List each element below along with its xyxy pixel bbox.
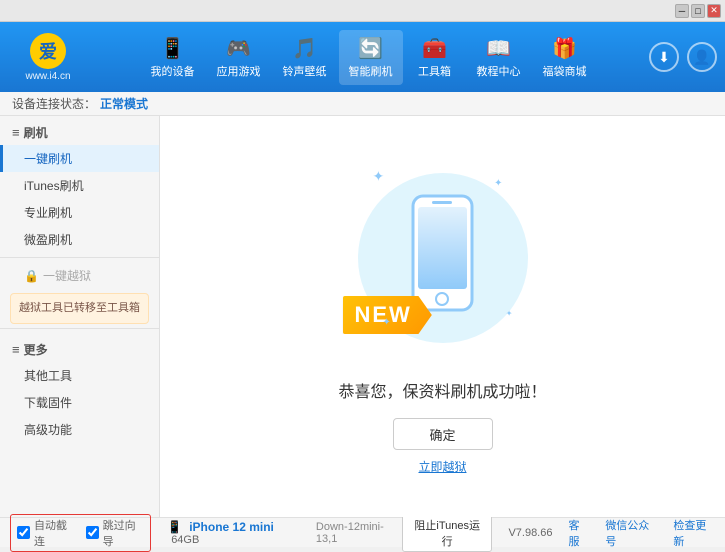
skip-wizard-checkbox[interactable] bbox=[86, 526, 99, 539]
sidebar-pro-flash[interactable]: 专业刷机 bbox=[0, 199, 159, 226]
device-info: 📱 iPhone 12 mini 64GB bbox=[167, 520, 304, 546]
sidebar-flash-section: ≡ 刷机 bbox=[0, 116, 159, 145]
nav-smart-shop[interactable]: 🔄 智能刷机 bbox=[339, 30, 403, 85]
phone-svg bbox=[410, 193, 475, 313]
tutorial-icon: 📖 bbox=[486, 36, 511, 61]
toolbox-label: 工具箱 bbox=[418, 63, 451, 79]
nav-fudai[interactable]: 🎁 福袋商城 bbox=[533, 30, 597, 85]
more-section-icon: ≡ bbox=[12, 342, 20, 357]
smart-shop-icon: 🔄 bbox=[358, 36, 383, 61]
customer-service-link[interactable]: 客服 bbox=[568, 517, 589, 549]
sidebar-jailbreak-section: 🔒 一键越狱 bbox=[0, 262, 159, 289]
download-btn[interactable]: ⬇ bbox=[649, 42, 679, 72]
sidebar: ≡ 刷机 一键刷机 iTunes刷机 专业刷机 微盈刷机 🔒 一键越狱 越狱工具… bbox=[0, 116, 160, 517]
star-2: ✦ bbox=[494, 178, 502, 189]
success-message: 恭喜您，保资料刷机成功啦！ bbox=[338, 378, 546, 402]
nav-bar: 📱 我的设备 🎮 应用游戏 🎵 铃声壁纸 🔄 智能刷机 🧰 工具箱 📖 教程中心… bbox=[98, 30, 639, 85]
connection-status-bar: 设备连接状态： 正常模式 bbox=[0, 92, 725, 116]
wechat-link[interactable]: 微信公众号 bbox=[605, 517, 657, 549]
sidebar-other-tools[interactable]: 其他工具 bbox=[0, 362, 159, 389]
device-model: Down-12mini-13,1 bbox=[316, 521, 402, 545]
logo[interactable]: 爱 www.i4.cn bbox=[8, 33, 88, 82]
my-device-icon: 📱 bbox=[160, 36, 185, 61]
new-badge: NEW bbox=[343, 296, 432, 334]
status-right: 阻止iTunes运行 V7.98.66 客服 微信公众号 检查更新 bbox=[402, 514, 715, 552]
sidebar-download-firmware[interactable]: 下载固件 bbox=[0, 389, 159, 416]
minimize-btn[interactable]: ─ bbox=[675, 4, 689, 18]
nav-my-device[interactable]: 📱 我的设备 bbox=[141, 30, 205, 85]
close-btn[interactable]: ✕ bbox=[707, 4, 721, 18]
nav-tutorial[interactable]: 📖 教程中心 bbox=[467, 30, 531, 85]
sidebar-divider-1 bbox=[0, 257, 159, 258]
flash-section-label: 刷机 bbox=[24, 124, 48, 141]
ringtones-label: 铃声壁纸 bbox=[283, 63, 327, 79]
version: V7.98.66 bbox=[508, 527, 552, 539]
sidebar-divider-2 bbox=[0, 328, 159, 329]
nav-apps-games[interactable]: 🎮 应用游戏 bbox=[207, 30, 271, 85]
apps-games-label: 应用游戏 bbox=[217, 63, 261, 79]
maximize-btn[interactable]: □ bbox=[691, 4, 705, 18]
skip-wizard-label[interactable]: 跳过向导 bbox=[103, 517, 145, 549]
my-device-label: 我的设备 bbox=[151, 63, 195, 79]
user-btn[interactable]: 👤 bbox=[687, 42, 717, 72]
device-name: iPhone 12 mini bbox=[189, 520, 274, 534]
auto-connect-checkbox[interactable] bbox=[17, 526, 30, 539]
status-bar: 自动截连 跳过向导 📱 iPhone 12 mini 64GB Down-12m… bbox=[0, 517, 725, 547]
toolbox-icon: 🧰 bbox=[422, 36, 447, 61]
lock-icon: 🔒 bbox=[24, 269, 39, 283]
phone-illustration: ✦ ✦ ✦ ✦ NEW bbox=[353, 158, 533, 358]
jailbreak-label: 一键越狱 bbox=[43, 267, 91, 284]
device-storage: 64GB bbox=[171, 534, 199, 546]
more-section-label: 更多 bbox=[24, 341, 48, 358]
fudai-label: 福袋商城 bbox=[543, 63, 587, 79]
ringtones-icon: 🎵 bbox=[292, 36, 317, 61]
logo-url: www.i4.cn bbox=[25, 71, 70, 82]
sidebar-data-flash[interactable]: 微盈刷机 bbox=[0, 226, 159, 253]
star-3: ✦ bbox=[506, 309, 513, 318]
main-area: ≡ 刷机 一键刷机 iTunes刷机 专业刷机 微盈刷机 🔒 一键越狱 越狱工具… bbox=[0, 116, 725, 517]
fudai-icon: 🎁 bbox=[552, 36, 577, 61]
confirm-button[interactable]: 确定 bbox=[393, 418, 493, 450]
stop-itunes-btn[interactable]: 阻止iTunes运行 bbox=[402, 514, 493, 552]
connection-mode: 正常模式 bbox=[100, 95, 148, 112]
sidebar-one-click-flash[interactable]: 一键刷机 bbox=[0, 145, 159, 172]
star-4: ✦ bbox=[383, 317, 391, 328]
flash-section-icon: ≡ bbox=[12, 125, 20, 140]
rejailbreak-link[interactable]: 立即越狱 bbox=[418, 458, 466, 475]
apps-games-icon: 🎮 bbox=[226, 36, 251, 61]
logo-icon: 爱 bbox=[30, 33, 66, 69]
sidebar-more-section: ≡ 更多 bbox=[0, 333, 159, 362]
title-bar: ─ □ ✕ bbox=[0, 0, 725, 22]
checkbox-group: 自动截连 跳过向导 bbox=[10, 514, 151, 552]
tutorial-label: 教程中心 bbox=[477, 63, 521, 79]
nav-toolbox[interactable]: 🧰 工具箱 bbox=[405, 30, 465, 85]
main-content: ✦ ✦ ✦ ✦ NEW bbox=[160, 116, 725, 517]
smart-shop-label: 智能刷机 bbox=[349, 63, 393, 79]
sidebar-advanced[interactable]: 高级功能 bbox=[0, 416, 159, 443]
sidebar-itunes-flash[interactable]: iTunes刷机 bbox=[0, 172, 159, 199]
star-1: ✦ bbox=[373, 168, 385, 185]
header: 爱 www.i4.cn 📱 我的设备 🎮 应用游戏 🎵 铃声壁纸 🔄 智能刷机 … bbox=[0, 22, 725, 92]
sidebar-jailbreak-info: 越狱工具已转移至工具箱 bbox=[10, 293, 149, 324]
auto-connect-label[interactable]: 自动截连 bbox=[34, 517, 76, 549]
status-left: 自动截连 跳过向导 📱 iPhone 12 mini 64GB Down-12m… bbox=[10, 514, 402, 552]
header-right-buttons: ⬇ 👤 bbox=[649, 42, 717, 72]
connection-status-label: 设备连接状态： bbox=[12, 95, 96, 112]
check-update-link[interactable]: 检查更新 bbox=[673, 517, 715, 549]
device-icon: 📱 bbox=[167, 520, 182, 534]
nav-ringtones[interactable]: 🎵 铃声壁纸 bbox=[273, 30, 337, 85]
